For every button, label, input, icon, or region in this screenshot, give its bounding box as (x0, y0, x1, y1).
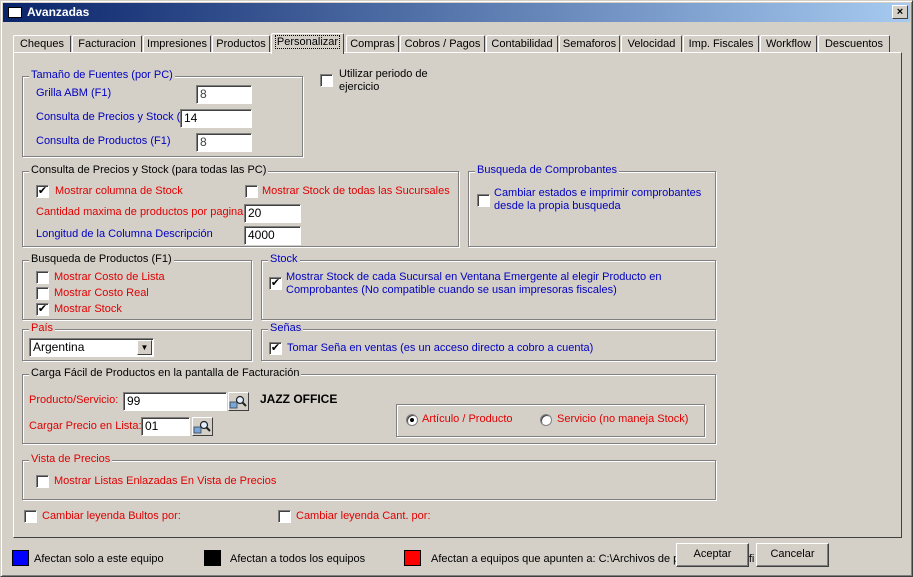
stock-legend: Stock (268, 253, 300, 265)
blue-legend-text: Afectan solo a este equipo (34, 553, 164, 565)
cargar-precio-label: Cargar Precio en Lista: (29, 420, 142, 432)
tab-cheques[interactable]: Cheques (13, 35, 71, 53)
red-legend-text: Afectan a equipos que apunten a: C:\Arch… (431, 553, 680, 565)
stock-ventana-emergente-label-2: Comprobantes (No compatible cuando se us… (286, 284, 617, 296)
close-button[interactable]: × (892, 5, 908, 19)
tab-imp-fiscales[interactable]: Imp. Fiscales (683, 35, 759, 53)
blue-swatch (12, 550, 29, 566)
tab-compras[interactable]: Compras (346, 35, 399, 53)
listas-enlazadas-label: Mostrar Listas Enlazadas En Vista de Pre… (54, 475, 277, 487)
mostrar-stock-label: Mostrar Stock (54, 303, 122, 315)
cantidad-maxima-label: Cantidad maxima de productos por pagina (36, 206, 244, 218)
leyenda-bultos-checkbox[interactable] (24, 510, 37, 523)
leyenda-cant-checkbox[interactable] (278, 510, 291, 523)
carga-facil-legend: Carga Fácil de Productos en la pantalla … (29, 367, 302, 379)
precio-search-button[interactable] (192, 417, 213, 436)
pais-legend: País (29, 322, 56, 334)
mostrar-stock-checkbox[interactable]: ✔ (36, 303, 49, 316)
consulta-precios-group: Consulta de Precios y Stock (para todas … (22, 164, 459, 247)
longitud-descripcion-field[interactable]: 4000 (244, 226, 301, 245)
senas-group: Señas ✔ Tomar Seña en ventas (es un acce… (261, 322, 716, 361)
longitud-descripcion-label: Longitud de la Columna Descripción (36, 228, 213, 240)
title-bar[interactable]: Avanzadas × (3, 3, 910, 22)
tab-facturacion[interactable]: Facturacion (72, 35, 142, 53)
search-icon (229, 395, 247, 409)
tipo-carga-radio-group: Artículo / Producto Servicio (no maneja … (396, 404, 705, 437)
stock-todas-sucursales-label: Mostrar Stock de todas las Sucursales (262, 185, 450, 197)
aceptar-button[interactable]: Aceptar (676, 543, 749, 567)
consulta-productos-field[interactable]: 8 (196, 133, 252, 152)
busqueda-productos-legend: Busqueda de Productos (F1) (29, 253, 174, 265)
search-icon (193, 420, 211, 434)
leyenda-cant-label: Cambiar leyenda Cant. por: (296, 510, 431, 522)
black-swatch (204, 550, 221, 566)
mostrar-columna-stock-checkbox[interactable]: ✔ (36, 185, 49, 198)
tomar-sena-label: Tomar Seña en ventas (es un acceso direc… (287, 342, 594, 354)
tab-semaforos[interactable]: Semaforos (559, 35, 620, 53)
font-size-group: Tamaño de Fuentes (por PC) Grilla ABM (F… (22, 69, 303, 157)
mostrar-columna-stock-label: Mostrar columna de Stock (55, 185, 183, 197)
busqueda-comprobantes-legend: Busqueda de Comprobantes (475, 164, 620, 176)
cancelar-button[interactable]: Cancelar (756, 543, 829, 567)
mostrar-costo-lista-checkbox[interactable] (36, 271, 49, 284)
chevron-down-icon[interactable]: ▼ (137, 340, 152, 355)
cantidad-maxima-field[interactable]: 20 (244, 204, 301, 223)
cambiar-estados-label-1: Cambiar estados e imprimir comprobantes (494, 187, 702, 199)
red-swatch (404, 550, 421, 566)
tab-personalizar[interactable]: Personalizar (271, 33, 344, 54)
pais-group: País Argentina ▼ (22, 322, 252, 361)
busqueda-comprobantes-group: Busqueda de Comprobantes Cambiar estados… (468, 164, 716, 247)
carga-facil-group: Carga Fácil de Productos en la pantalla … (22, 367, 716, 444)
tomar-sena-checkbox[interactable]: ✔ (269, 342, 282, 355)
listas-enlazadas-checkbox[interactable] (36, 475, 49, 488)
producto-search-button[interactable] (228, 392, 249, 411)
mostrar-costo-real-label: Mostrar Costo Real (54, 287, 149, 299)
leyenda-bultos-label: Cambiar leyenda Bultos por: (42, 510, 181, 522)
cambiar-estados-label-2: desde la propia busqueda (494, 200, 621, 212)
tab-contabilidad[interactable]: Contabilidad (486, 35, 558, 53)
tab-impresiones[interactable]: Impresiones (143, 35, 211, 53)
stock-todas-sucursales-checkbox[interactable] (245, 185, 258, 198)
producto-servicio-label: Producto/Servicio: (29, 394, 119, 406)
font-size-legend: Tamaño de Fuentes (por PC) (29, 69, 175, 81)
stock-ventana-emergente-label-1: Mostrar Stock de cada Sucursal en Ventan… (286, 271, 662, 283)
tab-descuentos[interactable]: Descuentos (818, 35, 890, 53)
articulo-producto-label: Artículo / Producto (422, 413, 513, 425)
consulta-precios-label: Consulta de Precios y Stock (F9) (36, 111, 197, 123)
articulo-producto-radio[interactable] (406, 414, 418, 426)
window-title: Avanzadas (27, 5, 90, 19)
utilizar-periodo-checkbox[interactable] (320, 74, 333, 87)
pais-selected-value: Argentina (33, 340, 85, 354)
vista-precios-legend: Vista de Precios (29, 453, 113, 465)
grilla-abm-field[interactable]: 8 (196, 85, 252, 104)
tab-productos[interactable]: Productos (212, 35, 270, 53)
grilla-abm-label: Grilla ABM (F1) (36, 87, 112, 99)
servicio-radio[interactable] (540, 414, 552, 426)
pais-select[interactable]: Argentina ▼ (29, 338, 154, 357)
busqueda-productos-group: Busqueda de Productos (F1) Mostrar Costo… (22, 253, 252, 320)
servicio-label: Servicio (no maneja Stock) (557, 413, 689, 425)
mostrar-costo-lista-label: Mostrar Costo de Lista (54, 271, 165, 283)
utilizar-periodo-label-1: Utilizar periodo de (339, 68, 428, 80)
tab-workflow[interactable]: Workflow (760, 35, 817, 53)
tab-cobros-pagos[interactable]: Cobros / Pagos (400, 35, 485, 53)
mostrar-costo-real-checkbox[interactable] (36, 287, 49, 300)
window-icon (8, 7, 22, 18)
cargar-precio-field[interactable]: 01 (141, 417, 190, 436)
producto-name: JAZZ OFFICE (260, 392, 338, 406)
utilizar-periodo-label-2: ejercicio (339, 81, 380, 93)
avanzadas-window: Avanzadas × Cheques Facturacion Impresio… (0, 0, 913, 577)
vista-precios-group: Vista de Precios Mostrar Listas Enlazada… (22, 453, 716, 500)
consulta-precios-field[interactable]: 14 (180, 109, 252, 128)
black-legend-text: Afectan a todos los equipos (230, 553, 366, 565)
consulta-productos-label: Consulta de Productos (F1) (36, 135, 171, 147)
consulta-precios-legend: Consulta de Precios y Stock (para todas … (29, 164, 269, 176)
tab-velocidad[interactable]: Velocidad (621, 35, 682, 53)
stock-ventana-emergente-checkbox[interactable]: ✔ (269, 277, 282, 290)
cambiar-estados-checkbox[interactable] (477, 194, 490, 207)
senas-legend: Señas (268, 322, 304, 334)
producto-servicio-field[interactable]: 99 (123, 392, 227, 411)
stock-group: Stock ✔ Mostrar Stock de cada Sucursal e… (261, 253, 716, 320)
